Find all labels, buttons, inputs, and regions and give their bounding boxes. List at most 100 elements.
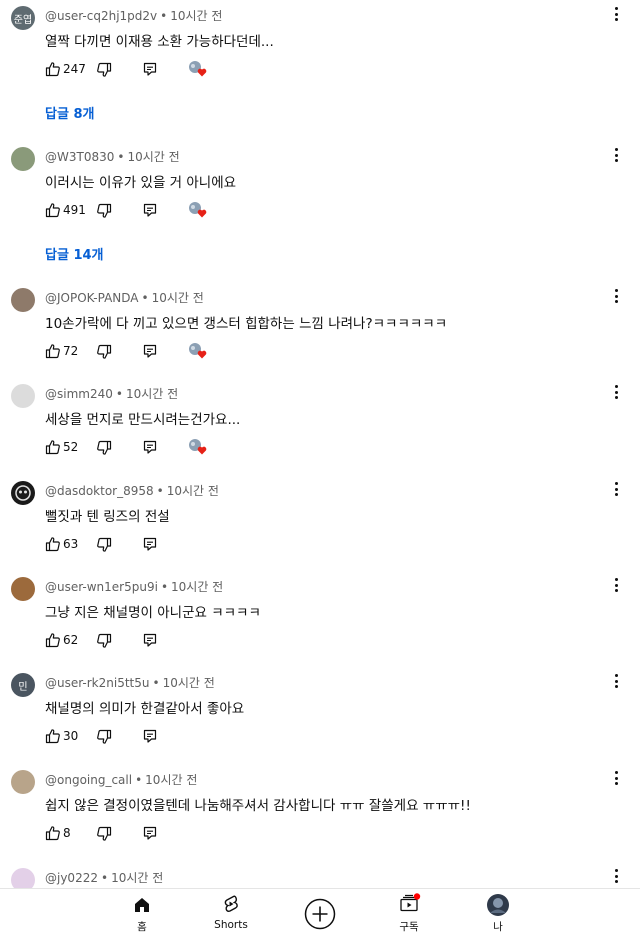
creator-heart-icon [189, 61, 207, 77]
comment-text: 채널명의 의미가 한결같아서 좋아요 [45, 701, 245, 717]
avatar[interactable] [11, 770, 35, 794]
reply-icon[interactable] [142, 343, 158, 359]
comment-author[interactable]: @jy0222 [45, 871, 98, 885]
more-options-button[interactable] [609, 866, 623, 886]
add-circle-icon [304, 898, 336, 930]
comment-text: 그냥 지은 채널명이 아니군요 ㅋㅋㅋㅋ [45, 605, 261, 621]
comment-author[interactable]: @user-cq2hj1pd2v [45, 9, 157, 23]
thumbs-up-icon[interactable] [45, 202, 61, 218]
like-count: 8 [63, 826, 71, 840]
reply-icon[interactable] [142, 61, 158, 77]
avatar[interactable] [11, 147, 35, 171]
home-icon [135, 898, 149, 912]
comment-author[interactable]: @JOPOK-PANDA [45, 291, 139, 305]
comment-time: 10시간 전 [125, 387, 179, 401]
nav-me[interactable]: 나 [463, 889, 533, 936]
more-options-button[interactable] [609, 286, 623, 306]
comment-author[interactable]: @W3T0830 [45, 150, 114, 164]
reply-icon[interactable] [142, 536, 158, 552]
comment-text: 뻘짓과 텐 링즈의 전설 [45, 509, 170, 525]
thumbs-up-icon[interactable] [45, 61, 61, 77]
comment-meta: @ongoing_call • 10시간 전 [45, 773, 198, 787]
comment-meta: @user-cq2hj1pd2v • 10시간 전 [45, 9, 223, 23]
creator-heart-icon [189, 343, 207, 359]
avatar[interactable] [11, 577, 35, 601]
thumbs-up-icon[interactable] [45, 825, 61, 841]
more-options-button[interactable] [609, 768, 623, 788]
comment-time: 10시간 전 [162, 676, 215, 690]
like-count: 62 [63, 633, 79, 647]
avatar[interactable] [11, 868, 35, 888]
reply-icon[interactable] [142, 825, 158, 841]
comment-actions: 30 [45, 728, 245, 748]
avatar[interactable] [11, 384, 35, 408]
view-replies-button[interactable]: 답글 8개 [45, 103, 94, 122]
comment-author[interactable]: @user-wn1er5pu9i [45, 580, 158, 594]
nav-home[interactable]: 홈 [107, 889, 177, 936]
comment-time: 10시간 전 [127, 150, 180, 164]
more-options-button[interactable] [609, 671, 623, 691]
nav-shorts-label: Shorts [214, 919, 248, 931]
reply-icon[interactable] [142, 439, 158, 455]
comment-actions: 8 [45, 825, 245, 845]
comment-text: 10손가락에 다 끼고 있으면 갱스터 힙합하는 느낌 나려나?ㅋㅋㅋㅋㅋㅋ [45, 316, 448, 332]
like-count: 63 [63, 537, 79, 551]
avatar[interactable] [11, 481, 35, 505]
comment-meta: @JOPOK-PANDA • 10시간 전 [45, 291, 204, 305]
more-options-button[interactable] [609, 145, 623, 165]
comment-time: 10시간 전 [145, 773, 198, 787]
comment-meta: @user-rk2ni5tt5u • 10시간 전 [45, 676, 215, 690]
comment-actions: 247 [45, 61, 245, 81]
comment-author[interactable]: @dasdoktor_8958 [45, 484, 154, 498]
more-options-button[interactable] [609, 479, 623, 499]
thumbs-down-icon[interactable] [96, 826, 112, 842]
nav-me-label: 나 [493, 921, 503, 933]
avatar[interactable]: 준엽 [11, 6, 35, 30]
thumbs-down-icon[interactable] [96, 537, 112, 553]
nav-subscriptions-label: 구독 [399, 921, 419, 933]
comment-list: 준엽 @user-cq2hj1pd2v • 10시간 전 열짝 다끼면 이재용 소환… [0, 0, 640, 888]
thumbs-up-icon[interactable] [45, 536, 61, 552]
comment-text: 쉽지 않은 결정이였을텐데 나눔해주셔서 감사합니다 ㅠㅠ 잘쓸게요 ㅠㅠㅠ!! [45, 798, 471, 814]
thumbs-up-icon[interactable] [45, 728, 61, 744]
more-options-button[interactable] [609, 4, 623, 24]
thumbs-down-icon[interactable] [96, 729, 112, 745]
thumbs-up-icon[interactable] [45, 632, 61, 648]
like-count: 72 [63, 344, 79, 358]
comment-author[interactable]: @simm240 [45, 387, 113, 401]
reply-icon[interactable] [142, 632, 158, 648]
comment-meta: @jy0222 • 10시간 전 [45, 871, 164, 885]
creator-heart-icon [189, 202, 207, 218]
bottom-navigation: 홈 Shorts 구독 나 [0, 888, 640, 936]
avatar[interactable]: 민 [11, 673, 35, 697]
thumbs-down-icon[interactable] [96, 633, 112, 649]
reply-icon[interactable] [142, 728, 158, 744]
more-options-button[interactable] [609, 382, 623, 402]
creator-heart-icon [189, 439, 207, 455]
comment-text: 이러시는 이유가 있을 거 아니에요 [45, 175, 237, 191]
comment-actions: 72 [45, 343, 245, 363]
thumbs-down-icon[interactable] [96, 344, 112, 360]
nav-shorts[interactable]: Shorts [196, 889, 266, 936]
nav-subscriptions[interactable]: 구독 [374, 889, 444, 936]
comment-meta: @simm240 • 10시간 전 [45, 387, 179, 401]
thumbs-down-icon[interactable] [96, 62, 112, 78]
comment-time: 10시간 전 [166, 484, 219, 498]
thumbs-down-icon[interactable] [96, 440, 112, 456]
avatar-initials: 준엽 [13, 14, 33, 26]
view-replies-button[interactable]: 답글 14개 [45, 244, 104, 263]
comment-author[interactable]: @user-rk2ni5tt5u [45, 676, 149, 690]
more-options-button[interactable] [609, 575, 623, 595]
comment-time: 10시간 전 [111, 871, 164, 885]
create-button[interactable] [285, 889, 355, 936]
comment-text: 열짝 다끼면 이재용 소환 가능하다던데... [45, 34, 274, 50]
thumbs-up-icon[interactable] [45, 343, 61, 359]
notification-dot [413, 893, 421, 900]
reply-icon[interactable] [142, 202, 158, 218]
comment-actions: 52 [45, 439, 245, 459]
thumbs-down-icon[interactable] [96, 203, 112, 219]
avatar[interactable] [11, 288, 35, 312]
thumbs-up-icon[interactable] [45, 439, 61, 455]
comment-author[interactable]: @ongoing_call [45, 773, 132, 787]
avatar-initials: 민 [18, 681, 28, 693]
